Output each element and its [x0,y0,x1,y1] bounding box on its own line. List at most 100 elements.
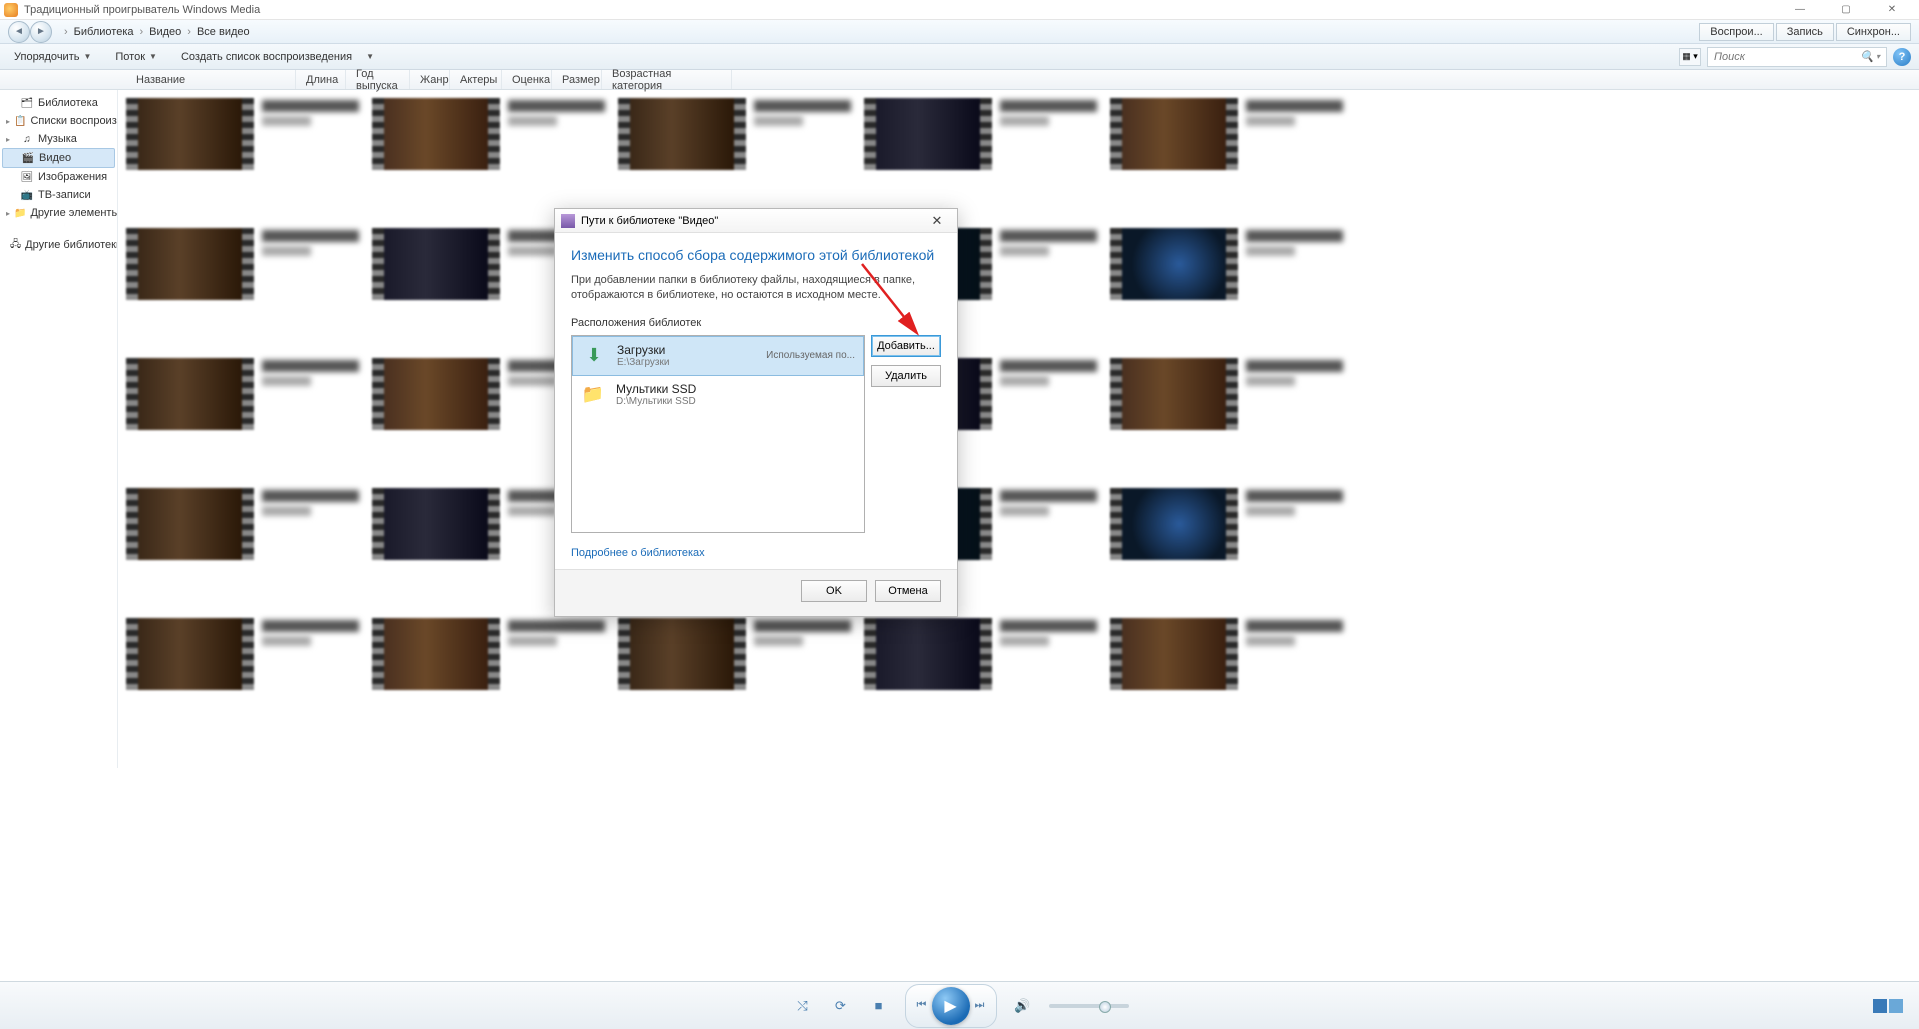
video-item[interactable] [1110,488,1354,560]
help-button[interactable]: ? [1893,48,1911,66]
crumb-library[interactable]: Библиотека [74,26,134,38]
volume-slider[interactable] [1049,1004,1129,1008]
next-button[interactable]: ⏭ [966,994,994,1018]
video-icon: 🎬 [21,151,35,165]
video-item[interactable] [126,228,370,300]
col-length[interactable]: Длина [296,70,346,89]
search-icon[interactable]: 🔍 [1860,50,1874,63]
nav-back-button[interactable]: ◄ [8,21,30,43]
dialog-close-button[interactable]: ✕ [923,212,951,230]
col-size[interactable]: Размер [552,70,602,89]
view-options-button[interactable]: ▦ ▾ [1679,48,1701,66]
sidebar-item-other[interactable]: ▸📁Другие элементы м [2,204,115,222]
location-item-downloads[interactable]: ⬇ Загрузки E:\Загрузки Используемая по..… [572,336,864,376]
window-title: Традиционный проигрыватель Windows Media [24,4,260,16]
video-item[interactable] [864,618,1108,690]
nav-forward-button[interactable]: ► [30,21,52,43]
sidebar: 🗂Библиотека ▸📋Списки воспроизведе ▸♫Музы… [0,90,118,768]
nav-bar: ◄ ► › Библиотека › Видео › Все видео Вос… [0,20,1919,44]
playlist-icon: 📋 [14,114,26,128]
video-item[interactable] [126,618,370,690]
breadcrumb: › Библиотека › Видео › Все видео [62,26,250,38]
col-rating[interactable]: Оценка [502,70,552,89]
dialog-icon [561,214,575,228]
sidebar-item-images[interactable]: 🖼Изображения [2,168,115,186]
location-name: Загрузки [617,343,756,357]
location-path: D:\Мультики SSD [616,396,856,407]
col-actors[interactable]: Актеры [450,70,502,89]
other-icon: 📁 [14,206,26,220]
remove-button[interactable]: Удалить [871,365,941,387]
wmp-icon [4,3,18,17]
crumb-video[interactable]: Видео [149,26,181,38]
sidebar-item-video[interactable]: 🎬Видео [2,148,115,168]
video-item[interactable] [1110,358,1354,430]
sidebar-item-other-libs[interactable]: 🖧Другие библиотеки [2,236,115,254]
tv-icon: 📺 [20,188,34,202]
video-grid [118,90,1919,768]
stop-button[interactable]: ■ [867,994,891,1018]
view-switcher[interactable] [1873,999,1903,1013]
download-folder-icon: ⬇ [581,343,607,369]
title-bar: Традиционный проигрыватель Windows Media… [0,0,1919,20]
library-icon: 🗂 [20,96,34,110]
folder-icon: 📁 [580,382,606,408]
tab-record[interactable]: Запись [1776,23,1834,41]
minimize-button[interactable]: ― [1777,0,1823,20]
ok-button[interactable]: OK [801,580,867,602]
dialog-description: При добавлении папки в библиотеку файлы,… [571,273,941,303]
sidebar-item-playlists[interactable]: ▸📋Списки воспроизведе [2,112,115,130]
video-item[interactable] [1110,228,1354,300]
location-item-cartoons[interactable]: 📁 Мультики SSD D:\Мультики SSD [572,376,864,414]
video-item[interactable] [1110,618,1354,690]
toolbar: Упорядочить▼ Поток▼ Создать список воспр… [0,44,1919,70]
locations-list[interactable]: ⬇ Загрузки E:\Загрузки Используемая по..… [571,335,865,533]
crumb-all-video[interactable]: Все видео [197,26,250,38]
tab-play[interactable]: Воспрои... [1699,23,1773,41]
dialog-locations-label: Расположения библиотек [571,317,941,329]
video-item[interactable] [372,618,616,690]
shuffle-button[interactable]: ⤭ [791,994,815,1018]
video-item[interactable] [618,98,862,170]
video-item[interactable] [126,488,370,560]
video-item[interactable] [372,98,616,170]
music-icon: ♫ [20,132,34,146]
organize-menu[interactable]: Упорядочить▼ [8,49,97,65]
video-item[interactable] [1110,98,1354,170]
main-area: 🗂Библиотека ▸📋Списки воспроизведе ▸♫Музы… [0,90,1919,768]
column-headers: Название Длина Год выпуска Жанр Актеры О… [0,70,1919,90]
location-name: Мультики SSD [616,382,856,396]
cancel-button[interactable]: Отмена [875,580,941,602]
images-icon: 🖼 [20,170,34,184]
sidebar-item-tv[interactable]: 📺ТВ-записи [2,186,115,204]
search-input[interactable] [1714,51,1860,63]
video-item[interactable] [864,98,1108,170]
library-paths-dialog: Пути к библиотеке "Видео" ✕ Изменить спо… [554,208,958,617]
search-box[interactable]: 🔍 ▾ [1707,47,1887,67]
video-item[interactable] [126,358,370,430]
video-item[interactable] [126,98,370,170]
location-default-label: Используемая по... [766,350,855,361]
dialog-titlebar: Пути к библиотеке "Видео" ✕ [555,209,957,233]
location-path: E:\Загрузки [617,357,756,368]
close-button[interactable]: ✕ [1869,0,1915,20]
add-button[interactable]: Добавить... [871,335,941,357]
maximize-button[interactable]: ▢ [1823,0,1869,20]
sidebar-item-library[interactable]: 🗂Библиотека [2,94,115,112]
dialog-heading: Изменить способ сбора содержимого этой б… [571,247,941,263]
player-bar: ⤭ ⟳ ■ ⏮ ▶ ⏭ 🔊 [0,981,1919,1029]
col-year[interactable]: Год выпуска [346,70,410,89]
col-genre[interactable]: Жанр [410,70,450,89]
play-button[interactable]: ▶ [932,987,970,1025]
col-age[interactable]: Возрастная категория [602,70,732,89]
col-name[interactable]: Название [126,70,296,89]
transport-group: ⏮ ▶ ⏭ [905,984,997,1028]
tab-sync[interactable]: Синхрон... [1836,23,1911,41]
create-playlist-menu[interactable]: Создать список воспроизведения▼ [175,49,380,65]
mute-button[interactable]: 🔊 [1011,994,1035,1018]
stream-menu[interactable]: Поток▼ [109,49,163,65]
sidebar-item-music[interactable]: ▸♫Музыка [2,130,115,148]
learn-more-link[interactable]: Подробнее о библиотеках [571,547,705,559]
video-item[interactable] [618,618,862,690]
repeat-button[interactable]: ⟳ [829,994,853,1018]
